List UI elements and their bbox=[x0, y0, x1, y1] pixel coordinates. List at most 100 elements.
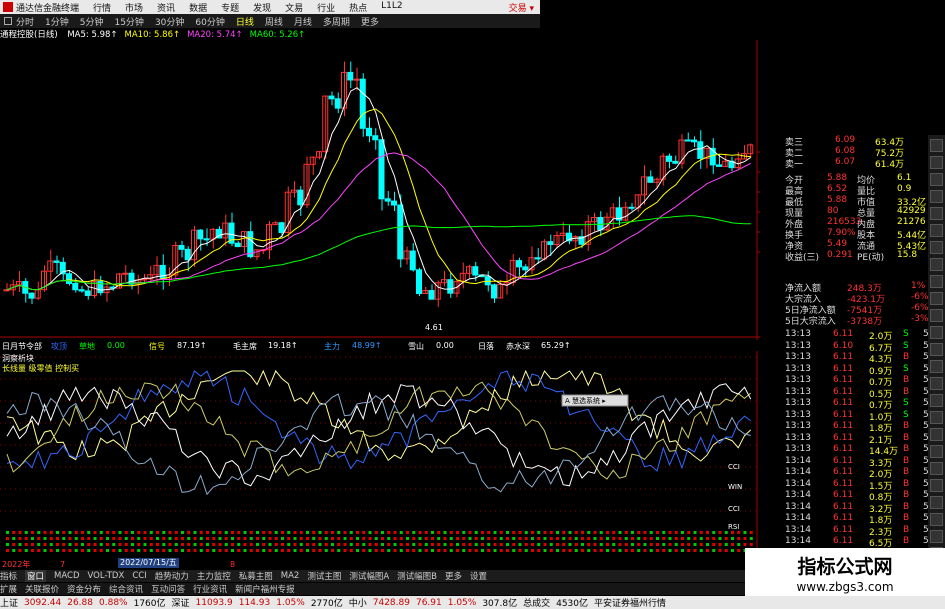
toolbar-icon[interactable] bbox=[930, 445, 943, 458]
candle bbox=[28, 292, 35, 299]
toolbar-icon[interactable] bbox=[930, 479, 943, 492]
signal-dot bbox=[74, 543, 78, 546]
toolbar-icon[interactable] bbox=[930, 292, 943, 305]
signal-dot bbox=[256, 549, 259, 552]
toolbar-icon[interactable] bbox=[930, 156, 943, 169]
period-tab[interactable]: 周线 bbox=[265, 15, 283, 28]
toolbar-icon[interactable] bbox=[930, 428, 943, 441]
menu-item[interactable]: 行业 bbox=[317, 1, 335, 14]
menu-item[interactable]: 资讯 bbox=[157, 1, 175, 14]
menu-item[interactable]: 文易 bbox=[285, 1, 303, 14]
signal-dot bbox=[331, 537, 334, 540]
toolbar-icon[interactable] bbox=[930, 513, 943, 526]
signal-dot bbox=[31, 549, 34, 552]
candle bbox=[278, 222, 285, 233]
period-tab[interactable]: 30分钟 bbox=[155, 15, 184, 28]
toolbar-icon[interactable] bbox=[930, 394, 943, 407]
signal-dot bbox=[618, 543, 622, 546]
toolbar-icon[interactable] bbox=[930, 258, 943, 271]
menu-item[interactable]: 专题 bbox=[221, 1, 239, 14]
info-tab[interactable]: 关联报价 bbox=[25, 583, 59, 595]
menu-item[interactable]: 发现 bbox=[253, 1, 271, 14]
period-tab[interactable]: 分时 bbox=[16, 15, 34, 28]
indicator-tab[interactable]: 指标 bbox=[0, 570, 17, 582]
toolbar-icon[interactable] bbox=[930, 530, 943, 543]
tick-time: 13:13 bbox=[785, 409, 811, 420]
indicator-marker: CCI bbox=[728, 505, 740, 513]
menu-item[interactable]: 行情 bbox=[93, 1, 111, 14]
signal-dot bbox=[674, 543, 678, 546]
menu-item[interactable]: 数据 bbox=[189, 1, 207, 14]
signal-dot bbox=[243, 543, 247, 546]
chart-toggle-icon[interactable] bbox=[4, 17, 12, 25]
signal-dot bbox=[524, 537, 528, 540]
status-item: 114.93 bbox=[238, 597, 271, 608]
flow-row: 5日大宗流入 -3738万 -3% bbox=[785, 314, 932, 327]
indicator-chart[interactable]: 洞察析块长线量 级零值 控制买120100806040200-20CCIWINC… bbox=[0, 351, 760, 571]
indicator-tab[interactable]: 私募主图 bbox=[239, 570, 273, 582]
info-tab[interactable]: 互动问答 bbox=[151, 583, 185, 595]
signal-dot bbox=[556, 549, 559, 552]
period-tab[interactable]: 15分钟 bbox=[114, 15, 143, 28]
tick-side: B bbox=[903, 375, 910, 385]
indicator-tab[interactable]: 窗口 bbox=[25, 570, 47, 582]
toolbar-icon[interactable] bbox=[930, 326, 943, 339]
toolbar-icon[interactable] bbox=[930, 462, 943, 475]
period-tab[interactable]: 更多 bbox=[361, 15, 379, 28]
toolbar-icon[interactable] bbox=[930, 173, 943, 186]
toolbar-icon[interactable] bbox=[930, 224, 943, 237]
tick-row: 13:13 6.10 6.7万 S 5 bbox=[785, 341, 932, 354]
indicator-tab[interactable]: VOL-TDX bbox=[88, 571, 125, 581]
toolbar-icon[interactable] bbox=[930, 241, 943, 254]
toolbar-icon[interactable] bbox=[930, 190, 943, 203]
tick-time: 13:13 bbox=[785, 432, 811, 443]
indicator-tab[interactable]: 测试幅图B bbox=[397, 570, 437, 582]
kline-chart[interactable]: 5.805.605.405.205.004.804.61 bbox=[0, 40, 760, 340]
period-tab[interactable]: 多周期 bbox=[323, 15, 350, 28]
toolbar-icon[interactable] bbox=[930, 343, 943, 356]
toolbar-icon[interactable] bbox=[930, 496, 943, 509]
trade-menu-button[interactable]: 交易 ▾ bbox=[509, 1, 534, 14]
menu-item[interactable]: L1L2 bbox=[381, 1, 402, 14]
period-tab[interactable]: 5分钟 bbox=[80, 15, 104, 28]
indicator-tab[interactable]: 主力监控 bbox=[197, 570, 231, 582]
indicator-tab[interactable]: 测试幅图A bbox=[349, 570, 389, 582]
toolbar-icon[interactable] bbox=[930, 377, 943, 390]
menu-item[interactable]: 热点 bbox=[349, 1, 367, 14]
indicator-tab[interactable]: 测试主图 bbox=[307, 570, 341, 582]
signal-dot bbox=[218, 531, 222, 534]
signal-dot bbox=[206, 531, 209, 534]
period-tab[interactable]: 1分钟 bbox=[45, 15, 69, 28]
indicator-tab[interactable]: 更多 bbox=[445, 570, 462, 582]
indicator-tab[interactable]: MA2 bbox=[281, 571, 300, 581]
info-tab[interactable]: 行业资讯 bbox=[193, 583, 227, 595]
toolbar-icon[interactable] bbox=[930, 207, 943, 220]
period-tab[interactable]: 月线 bbox=[294, 15, 312, 28]
indicator-tab[interactable]: MACD bbox=[54, 571, 79, 581]
signal-dot bbox=[174, 531, 178, 534]
indicator-tab[interactable]: 趋势动力 bbox=[155, 570, 189, 582]
signal-dot bbox=[168, 549, 172, 552]
flow-row: 大宗流入 -423.1万 -6% bbox=[785, 292, 932, 305]
period-tab[interactable]: 日线 bbox=[236, 15, 254, 28]
info-tab[interactable]: 综合资讯 bbox=[109, 583, 143, 595]
signal-dot bbox=[681, 531, 684, 534]
ma-legend-item: MA20: 5.74↑ bbox=[187, 30, 243, 40]
period-tab[interactable]: 60分钟 bbox=[195, 15, 224, 28]
info-tab[interactable]: 扩展 bbox=[0, 583, 17, 595]
info-tab[interactable]: 新闻户福州专报 bbox=[235, 583, 295, 595]
toolbar-icon[interactable] bbox=[930, 309, 943, 322]
candle bbox=[297, 189, 304, 206]
toolbar-icon[interactable] bbox=[930, 360, 943, 373]
toolbar-icon[interactable] bbox=[930, 275, 943, 288]
toolbar-icon[interactable] bbox=[930, 411, 943, 424]
indicator-popup[interactable]: A 慧选系统 ▸ bbox=[561, 394, 629, 407]
toolbar-icon[interactable] bbox=[930, 139, 943, 152]
indicator-tab[interactable]: 设置 bbox=[470, 570, 487, 582]
menu-item[interactable]: 市场 bbox=[125, 1, 143, 14]
info-tab[interactable]: 资金分布 bbox=[67, 583, 101, 595]
signal-dot bbox=[506, 543, 509, 546]
candle bbox=[347, 71, 354, 81]
indicator-tab[interactable]: CCI bbox=[132, 571, 146, 581]
signal-dot bbox=[418, 537, 422, 540]
